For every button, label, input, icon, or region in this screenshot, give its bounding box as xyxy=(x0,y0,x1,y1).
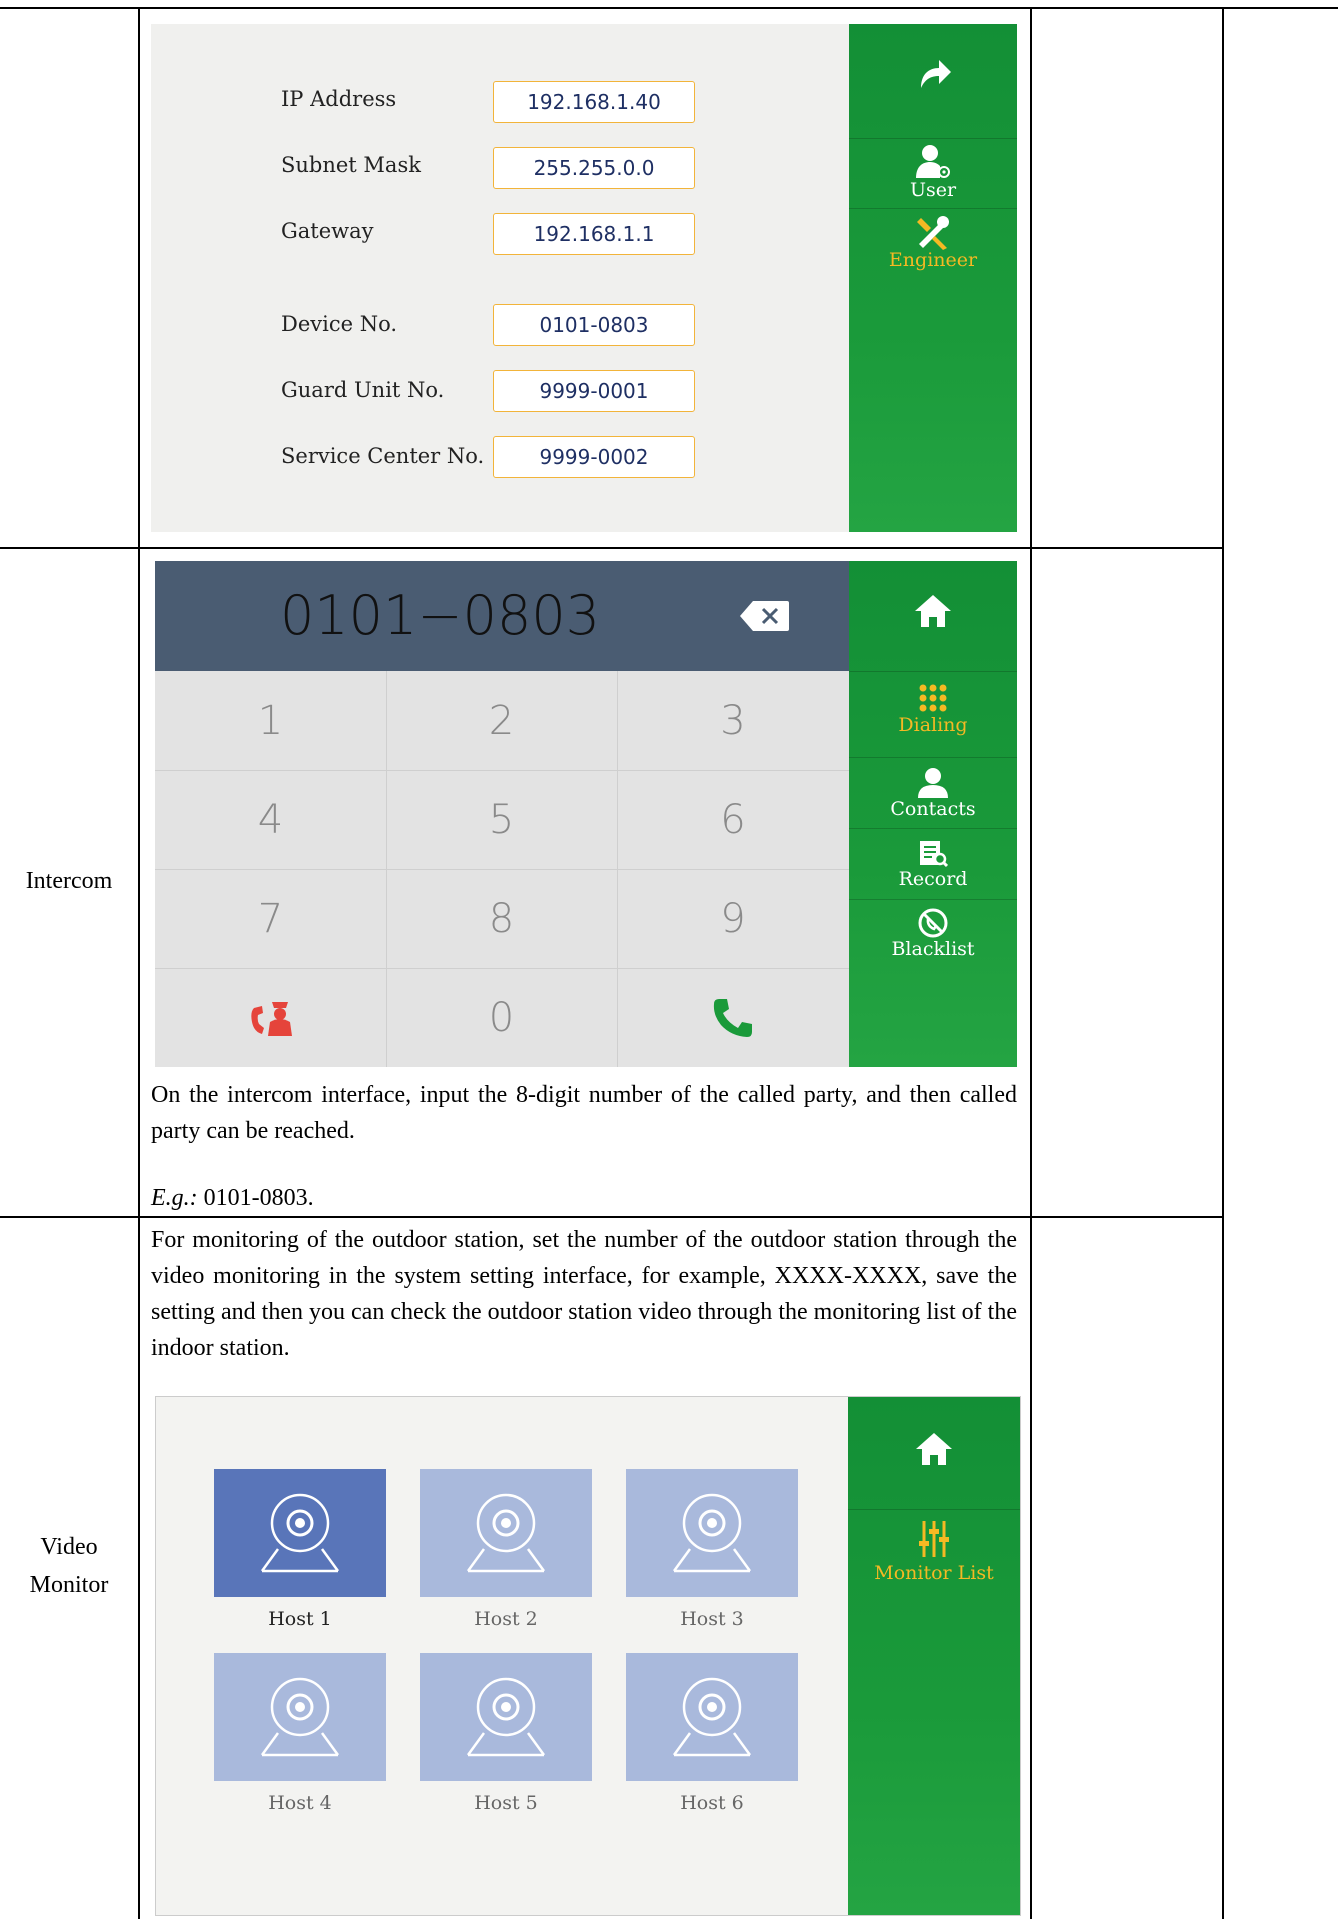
back-button[interactable] xyxy=(849,54,1017,99)
intercom-description: On the intercom interface, input the 8-d… xyxy=(151,1082,1017,1144)
key-0[interactable]: 0 xyxy=(386,968,617,1067)
intercom-row-label: Intercom xyxy=(25,868,113,894)
guard-unit-no-label: Guard Unit No. xyxy=(281,378,445,402)
table-row-divider-2 xyxy=(0,1216,1224,1218)
home-button[interactable] xyxy=(849,591,1017,636)
table-top-border xyxy=(0,7,1338,9)
intercom-example: E.g.: 0101-0803. xyxy=(151,1180,1017,1216)
call-guard-button[interactable] xyxy=(155,968,386,1067)
home-icon xyxy=(916,1433,952,1465)
user-label: User xyxy=(909,179,957,201)
device-no-label: Device No. xyxy=(281,312,398,336)
table-col-divider-3 xyxy=(1222,8,1224,1919)
camera-icon xyxy=(260,1677,340,1757)
sidebar-item-monitor-list[interactable]: Monitor List xyxy=(848,1519,1020,1584)
example-value: 0101-0803. xyxy=(197,1185,314,1211)
host-1-label: Host 1 xyxy=(268,1608,332,1630)
blacklist-label: Blacklist xyxy=(891,938,975,960)
record-icon xyxy=(920,841,949,868)
sliders-icon xyxy=(919,1521,949,1557)
subnet-mask-label: Subnet Mask xyxy=(281,153,421,177)
host-4-tile[interactable] xyxy=(214,1653,386,1781)
host-6-tile[interactable] xyxy=(626,1653,798,1781)
sidebar-item-user[interactable]: User xyxy=(849,144,1017,201)
engineer-label: Engineer xyxy=(888,249,978,271)
host-6-label: Host 6 xyxy=(680,1792,744,1814)
record-label: Record xyxy=(898,868,968,890)
camera-icon xyxy=(466,1677,546,1757)
key-8[interactable]: 8 xyxy=(386,869,617,968)
host-2-tile[interactable] xyxy=(420,1469,592,1597)
backspace-icon[interactable] xyxy=(739,599,791,633)
monitor-list-label: Monitor List xyxy=(874,1562,994,1584)
key-2[interactable]: 2 xyxy=(386,671,617,770)
call-button[interactable] xyxy=(617,968,849,1067)
sidebar-item-blacklist[interactable]: Blacklist xyxy=(849,907,1017,960)
key-4[interactable]: 4 xyxy=(155,770,386,869)
settings-sidebar: User Engineer xyxy=(849,24,1017,532)
keypad-icon xyxy=(919,684,947,712)
video-monitor-label-line2: Monitor xyxy=(29,1572,109,1598)
table-col-divider-2 xyxy=(1030,8,1032,1919)
host-2-label: Host 2 xyxy=(474,1608,538,1630)
camera-icon xyxy=(672,1493,752,1573)
user-settings-icon xyxy=(916,145,950,178)
monitor-screen: Host 1 Host 2 Host 3 Host 4 Host 5 Host … xyxy=(155,1396,1021,1916)
host-3-label: Host 3 xyxy=(680,1608,744,1630)
host-5-tile[interactable] xyxy=(420,1653,592,1781)
host-5-label: Host 5 xyxy=(474,1792,538,1814)
gateway-field[interactable]: 192.168.1.1 xyxy=(493,213,695,255)
tools-icon xyxy=(917,216,949,250)
intercom-sidebar: Dialing Contacts Record Blacklist xyxy=(849,561,1017,1067)
blocked-icon xyxy=(918,908,948,938)
person-icon xyxy=(918,768,948,798)
sidebar-item-contacts[interactable]: Contacts xyxy=(849,767,1017,820)
home-icon xyxy=(915,595,951,627)
camera-icon xyxy=(466,1493,546,1573)
service-center-no-label: Service Center No. xyxy=(281,444,485,468)
guard-call-icon xyxy=(250,1001,292,1036)
dialed-number: 0101−0803 xyxy=(279,584,601,647)
sidebar-item-dialing[interactable]: Dialing xyxy=(849,683,1017,736)
intercom-screen: 0101−0803 1 2 3 4 5 6 7 8 9 0 Dialing Co… xyxy=(155,561,1017,1067)
dial-display: 0101−0803 xyxy=(155,561,849,671)
table-row-divider-1 xyxy=(0,547,1224,549)
key-6[interactable]: 6 xyxy=(617,770,849,869)
dial-keypad: 1 2 3 4 5 6 7 8 9 0 xyxy=(155,671,849,1067)
camera-icon xyxy=(672,1677,752,1757)
video-monitor-label-line1: Video xyxy=(40,1534,98,1560)
ip-address-label: IP Address xyxy=(281,87,397,111)
example-label: E.g.: xyxy=(151,1185,198,1211)
sidebar-item-record[interactable]: Record xyxy=(849,837,1017,890)
forward-arrow-icon xyxy=(921,60,951,88)
contacts-label: Contacts xyxy=(890,798,976,820)
host-4-label: Host 4 xyxy=(268,1792,332,1814)
guard-unit-no-field[interactable]: 9999-0001 xyxy=(493,370,695,412)
host-1-tile[interactable] xyxy=(214,1469,386,1597)
key-5[interactable]: 5 xyxy=(386,770,617,869)
subnet-mask-field[interactable]: 255.255.0.0 xyxy=(493,147,695,189)
service-center-no-field[interactable]: 9999-0002 xyxy=(493,436,695,478)
dialing-label: Dialing xyxy=(898,714,968,736)
host-3-tile[interactable] xyxy=(626,1469,798,1597)
key-3[interactable]: 3 xyxy=(617,671,849,770)
table-col-divider-1 xyxy=(138,8,140,1919)
home-button[interactable] xyxy=(848,1429,1020,1474)
phone-call-icon xyxy=(713,998,752,1037)
key-7[interactable]: 7 xyxy=(155,869,386,968)
camera-icon xyxy=(260,1493,340,1573)
sidebar-item-engineer[interactable]: Engineer xyxy=(849,214,1017,271)
video-monitor-description: For monitoring of the outdoor station, s… xyxy=(151,1227,1017,1361)
key-9[interactable]: 9 xyxy=(617,869,849,968)
monitor-sidebar: Monitor List xyxy=(848,1397,1020,1915)
gateway-label: Gateway xyxy=(281,219,374,243)
ip-address-field[interactable]: 192.168.1.40 xyxy=(493,81,695,123)
key-1[interactable]: 1 xyxy=(155,671,386,770)
device-no-field[interactable]: 0101-0803 xyxy=(493,304,695,346)
network-settings-screen: IP Address 192.168.1.40 Subnet Mask 255.… xyxy=(151,24,1017,532)
